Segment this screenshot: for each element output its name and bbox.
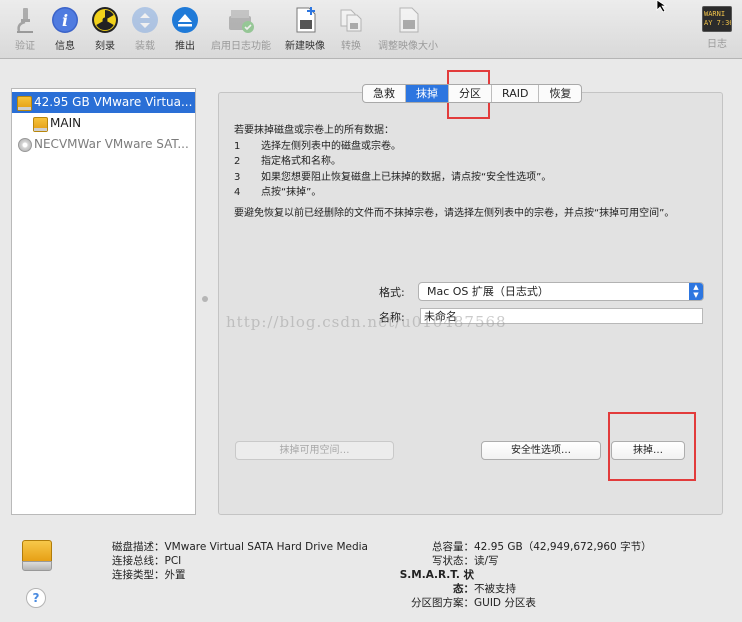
disk-details-left: 磁盘描述：VMware Virtual SATA Hard Drive Medi…	[112, 540, 368, 582]
format-popup[interactable]: Mac OS 扩展（日志式） ▲ ▼	[418, 282, 704, 301]
toolbar: 验证 i 信息 刻录 装载 推出 启用日志功能 新建映像 转换 调整映像大小 W…	[0, 0, 742, 59]
instruction-step: 4 点按“抹掉”。	[234, 187, 322, 198]
resize-image-label: 调整映像大小	[378, 41, 438, 52]
detail-row: 连接类型：外置	[112, 569, 186, 581]
tab-first-aid[interactable]: 急救	[363, 85, 406, 102]
enable-journaling-label: 启用日志功能	[211, 41, 271, 52]
disk-item-main-volume[interactable]: MAIN	[12, 113, 195, 134]
erase-instructions: 若要抹掉磁盘或宗卷上的所有数据： 1 选择左侧列表中的磁盘或宗卷。 2 指定格式…	[234, 123, 674, 201]
log-button[interactable]: WARNI AY 7:36 日志	[688, 4, 742, 50]
instruction-step: 3 如果您想要阻止恢复磁盘上已抹掉的数据，请点按“安全性选项”。	[234, 171, 552, 183]
detail-row: 总容量：42.95 GB（42,949,672,960 字节）	[432, 541, 652, 553]
new-image-icon	[291, 6, 319, 34]
detail-row: 写状态：读/写	[432, 555, 499, 567]
log-label: 日志	[707, 39, 727, 50]
format-value: Mac OS 扩展（日志式）	[427, 285, 549, 298]
disk-item-label: 42.95 GB VMware Virtua...	[34, 95, 193, 109]
disk-item-label: MAIN	[50, 116, 82, 130]
detail-row: 分区图方案：GUID 分区表	[411, 597, 536, 609]
detail-row: S.M.A.R.T. 状态：不被支持	[399, 569, 516, 595]
mount-icon	[131, 6, 159, 34]
detail-row: 连接总线：PCI	[112, 555, 182, 567]
watermark: http://blog.csdn.net/u010487568	[226, 313, 507, 331]
convert-icon	[337, 6, 365, 34]
tab-restore[interactable]: 恢复	[539, 85, 581, 102]
format-label: 格式:	[379, 286, 405, 299]
security-options-button[interactable]: 安全性选项…	[481, 441, 601, 460]
burn-icon	[91, 6, 119, 34]
tab-raid[interactable]: RAID	[492, 85, 540, 102]
disk-list[interactable]: 42.95 GB VMware Virtua... MAIN NECVMWar …	[11, 88, 196, 515]
hard-disk-icon	[17, 96, 32, 111]
info-icon: i	[51, 6, 79, 34]
convert-label: 转换	[341, 41, 361, 52]
eject-icon	[171, 6, 199, 34]
tab-partition[interactable]: 分区	[449, 85, 492, 102]
tab-bar: 急救 抹掉 分区 RAID 恢复	[362, 84, 583, 103]
tab-erase[interactable]: 抹掉	[406, 85, 449, 102]
instructions-intro: 若要抹掉磁盘或宗卷上的所有数据：	[234, 125, 394, 136]
disk-item-vmware-disk[interactable]: 42.95 GB VMware Virtua...	[12, 92, 195, 113]
split-view-handle[interactable]	[202, 296, 208, 302]
resize-image-button[interactable]: 调整映像大小	[372, 4, 444, 52]
selected-disk-icon	[22, 540, 52, 571]
erase-free-space-note: 要避免恢复以前已经删除的文件而不抹掉宗卷，请选择左侧列表中的宗卷，并点按“抹掉可…	[234, 208, 675, 219]
detail-row: 磁盘描述：VMware Virtual SATA Hard Drive Medi…	[112, 541, 368, 553]
resize-image-icon	[394, 6, 422, 34]
eject-button[interactable]: 推出	[157, 4, 213, 52]
journal-icon	[227, 6, 255, 34]
erase-free-space-button[interactable]: 抹掉可用空间…	[235, 441, 394, 460]
disk-item-cd-drive[interactable]: NECVMWar VMware SAT...	[12, 134, 195, 155]
disk-item-label: NECVMWar VMware SAT...	[34, 137, 189, 151]
disk-details-right: 总容量：42.95 GB（42,949,672,960 字节） 写状态：读/写 …	[380, 540, 680, 610]
instruction-step: 1 选择左侧列表中的磁盘或宗卷。	[234, 140, 401, 152]
popup-arrows-icon: ▲ ▼	[689, 283, 703, 300]
instruction-step: 2 指定格式和名称。	[234, 156, 341, 167]
convert-button[interactable]: 转换	[323, 4, 379, 52]
volume-icon	[33, 117, 48, 132]
log-icon: WARNI AY 7:36	[702, 6, 732, 32]
microscope-icon	[11, 6, 39, 34]
mouse-cursor-icon	[656, 0, 668, 15]
erase-button-highlight	[608, 412, 696, 481]
svg-text:i: i	[62, 11, 68, 30]
optical-disc-icon	[18, 138, 32, 152]
enable-journaling-button[interactable]: 启用日志功能	[209, 4, 273, 52]
help-button[interactable]: ?	[26, 588, 46, 608]
eject-label: 推出	[175, 41, 195, 52]
